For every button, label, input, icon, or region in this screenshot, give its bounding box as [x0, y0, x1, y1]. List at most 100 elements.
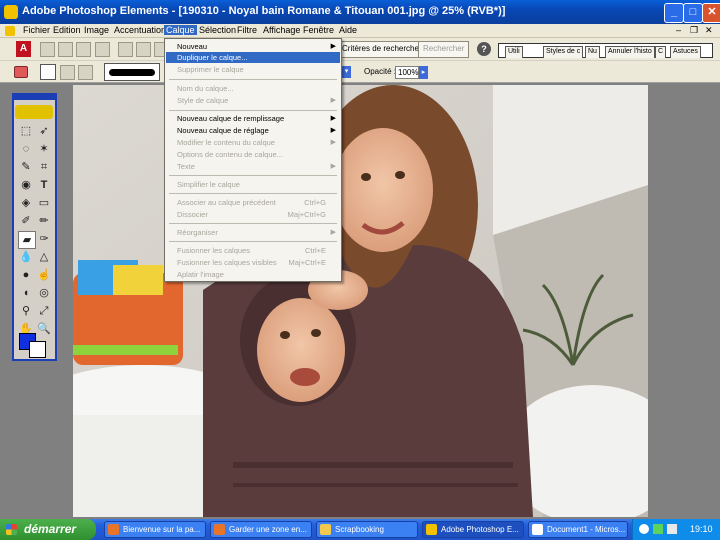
photoshop-elements-icon: [426, 524, 437, 535]
maximize-button[interactable]: □: [683, 3, 703, 23]
brush-preset-picker[interactable]: [104, 63, 160, 81]
menu-filtre[interactable]: Filtre: [235, 25, 259, 35]
clone-stamp-tool-icon[interactable]: ⚲: [18, 303, 34, 319]
eraser-mode-icon[interactable]: [40, 64, 56, 80]
menu-item-modifier-contenu[interactable]: Modifier le contenu du calque ▶: [166, 137, 340, 148]
submenu-arrow-icon: ▶: [330, 229, 336, 236]
opacity-input[interactable]: 100%: [395, 66, 419, 79]
menu-item-dupliquer-calque[interactable]: Dupliquer le calque...: [166, 52, 340, 63]
sharpen-tool-icon[interactable]: △: [36, 249, 52, 265]
taskbar-item-scrapbooking[interactable]: Scrapbooking: [316, 521, 418, 538]
document-minimize-button[interactable]: –: [676, 25, 681, 35]
menu-calque[interactable]: Calque: [164, 25, 197, 35]
menu-item-nouveau-calque-remplissage[interactable]: Nouveau calque de remplissage ▶: [166, 113, 340, 124]
paint-bucket-tool-icon[interactable]: ◈: [18, 195, 34, 211]
menu-item-aplatir-image[interactable]: Aplatir l'image: [166, 269, 340, 280]
background-eraser-icon[interactable]: [60, 65, 75, 80]
window-title-bar[interactable]: Adobe Photoshop Elements - [190310 - Noy…: [0, 0, 720, 24]
taskbar-item-document1[interactable]: Document1 - Micros...: [528, 521, 628, 538]
browse-icon[interactable]: [76, 42, 91, 57]
burn-tool-icon[interactable]: ◎: [36, 285, 52, 301]
submenu-arrow-icon: ▶: [330, 115, 336, 122]
menu-image[interactable]: Image: [82, 25, 111, 35]
menu-accentuation[interactable]: Accentuation: [112, 25, 168, 35]
text-tool-icon[interactable]: T: [36, 177, 52, 193]
magic-eraser-icon[interactable]: [78, 65, 93, 80]
search-criteria-button[interactable]: Critères de recherche: [337, 41, 424, 58]
mode-dropdown-arrow-icon[interactable]: ▾: [342, 66, 351, 78]
background-color-swatch[interactable]: [29, 341, 46, 358]
open-file-icon[interactable]: [58, 42, 73, 57]
zoom-tool-icon[interactable]: 🔍: [36, 321, 52, 337]
palette-tab-nu[interactable]: Nu: [585, 46, 600, 58]
menu-fichier[interactable]: Fichier: [21, 25, 52, 35]
sponge-tool-icon[interactable]: ●: [18, 267, 34, 283]
gradient-tool-icon[interactable]: ▭: [36, 195, 52, 211]
menu-item-texte[interactable]: Texte ▶: [166, 161, 340, 172]
crop-tool-icon[interactable]: ⌗: [36, 159, 52, 175]
start-label: démarrer: [24, 522, 77, 536]
menu-item-fusionner-visibles[interactable]: Fusionner les calques visibles Maj+Ctrl+E: [166, 257, 340, 268]
menu-separator: [169, 241, 337, 242]
magic-wand-tool-icon[interactable]: ✶: [36, 141, 52, 157]
menu-edition[interactable]: Edition: [51, 25, 83, 35]
taskbar-item-photoshop[interactable]: Adobe Photoshop E...: [422, 521, 524, 538]
eraser-tool-button-icon[interactable]: ▰: [18, 231, 36, 249]
network-icon[interactable]: [653, 524, 663, 534]
taskbar-item-garder-zone[interactable]: Garder une zone en...: [210, 521, 312, 538]
palette-tab-utili[interactable]: Utili: [505, 46, 523, 58]
menu-fenetre[interactable]: Fenêtre: [301, 25, 336, 35]
menu-item-nouveau[interactable]: Nouveau ▶: [166, 41, 340, 52]
opacity-arrow-icon[interactable]: ▸: [419, 66, 428, 79]
document-close-button[interactable]: ✕: [705, 25, 713, 36]
menu-separator: [169, 79, 337, 80]
move-tool-icon[interactable]: ⬚: [18, 123, 34, 139]
menu-item-nouveau-calque-reglage[interactable]: Nouveau calque de réglage ▶: [166, 125, 340, 136]
eye-tool-icon[interactable]: ◉: [18, 177, 34, 193]
red-eye-tool-icon[interactable]: ✑: [36, 231, 52, 247]
eyedropper-tool-icon[interactable]: ⤢: [36, 303, 52, 319]
close-button[interactable]: ✕: [702, 3, 720, 23]
palette-tab-c[interactable]: C: [655, 46, 667, 58]
menu-item-associer-calque[interactable]: Associer au calque précédent Ctrl+G: [166, 197, 340, 208]
selection-brush-tool-icon[interactable]: ✎: [18, 159, 34, 175]
start-button[interactable]: démarrer: [0, 519, 96, 540]
menu-item-options-contenu[interactable]: Options de contenu de calque...: [166, 149, 340, 160]
document-canvas[interactable]: [73, 85, 648, 517]
menu-affichage[interactable]: Affichage: [261, 25, 302, 35]
search-button[interactable]: Rechercher: [418, 41, 470, 58]
clock: 19:10: [690, 524, 713, 534]
pencil-tool-icon[interactable]: ✏: [36, 213, 52, 229]
submenu-arrow-icon: ▶: [330, 139, 336, 146]
menu-item-nom-du-calque[interactable]: Nom du calque...: [166, 83, 340, 94]
dodge-tool-icon[interactable]: ◖: [18, 285, 34, 301]
menu-item-reorganiser[interactable]: Réorganiser ▶: [166, 227, 340, 238]
menu-aide[interactable]: Aide: [337, 25, 359, 35]
taskbar-item-bienvenue[interactable]: Bienvenue sur la pa...: [104, 521, 206, 538]
move-arrow-tool-icon[interactable]: ➶: [36, 123, 52, 139]
menu-item-fusionner-calques[interactable]: Fusionner les calques Ctrl+E: [166, 245, 340, 256]
menu-item-style-de-calque[interactable]: Style de calque ▶: [166, 95, 340, 106]
import-icon[interactable]: [95, 42, 110, 57]
menu-item-supprimer-calque[interactable]: Supprimer le calque: [166, 64, 340, 75]
menu-selection[interactable]: Sélection: [197, 25, 238, 35]
toolbox-header-icon: [15, 105, 53, 119]
smudge-tool-icon[interactable]: ☝: [36, 267, 52, 283]
palette-tab-historique[interactable]: Annuler l'histo: [605, 46, 655, 58]
minimize-button[interactable]: _: [664, 3, 684, 23]
tray-arrow-icon[interactable]: [639, 524, 649, 534]
palette-tab-styles[interactable]: Styles de c: [543, 46, 584, 58]
blur-tool-icon[interactable]: 💧: [18, 249, 34, 265]
palette-tab-astuces[interactable]: Astuces: [670, 46, 701, 58]
save-icon[interactable]: [118, 42, 133, 57]
document-restore-button[interactable]: ❐: [690, 25, 698, 36]
toolbox-grip[interactable]: [14, 95, 55, 100]
print-icon[interactable]: [136, 42, 151, 57]
lasso-tool-icon[interactable]: ◌: [18, 141, 34, 157]
volume-icon[interactable]: [667, 524, 677, 534]
brush-tool-icon[interactable]: ✐: [18, 213, 34, 229]
menu-item-simplifier-calque[interactable]: Simplifier le calque: [166, 179, 340, 190]
menu-item-dissocier[interactable]: Dissocier Maj+Ctrl+G: [166, 209, 340, 220]
new-file-icon[interactable]: [40, 42, 55, 57]
help-icon[interactable]: ?: [477, 42, 491, 56]
